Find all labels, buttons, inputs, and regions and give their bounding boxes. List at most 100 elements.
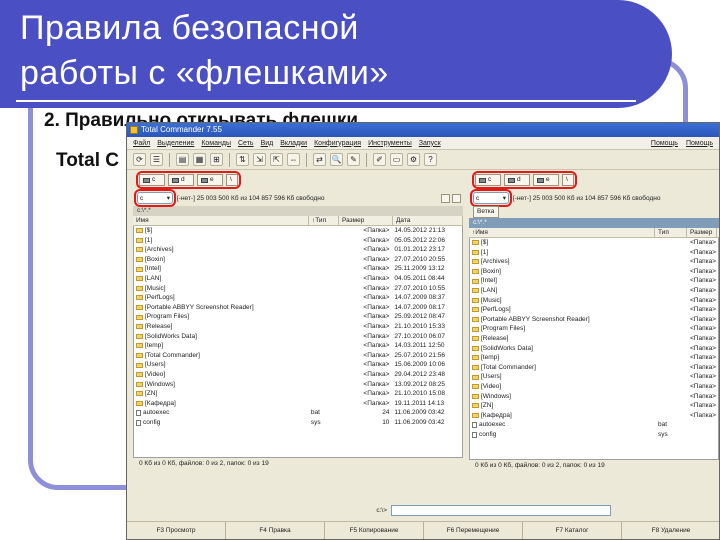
right-col-size[interactable]: Размер xyxy=(687,228,717,237)
file-row[interactable]: [Music] <Папка> 27.07.2010 10:55 xyxy=(134,284,462,294)
file-row[interactable]: [Total Commander] <Папка> 25.07.2010 21:56 xyxy=(134,351,462,361)
menu-item[interactable]: Инструменты xyxy=(368,140,412,147)
file-row[interactable]: [Release] <Папка> 21.10.2010 15:33 xyxy=(134,322,462,332)
left-path[interactable]: c:\*.* xyxy=(133,206,463,216)
drive-button-c[interactable]: c xyxy=(475,174,501,186)
toolbar-button[interactable]: ✐ xyxy=(373,153,386,166)
toolbar-button[interactable]: ⇲ xyxy=(253,153,266,166)
drive-button-e[interactable]: e xyxy=(197,174,223,186)
menu-item[interactable]: Файл xyxy=(133,140,150,147)
file-row[interactable]: [LAN] <Папка> xyxy=(470,286,718,296)
file-row[interactable]: [temp] <Папка> xyxy=(470,353,718,363)
file-row[interactable]: [Кафедра] <Папка> xyxy=(470,411,718,421)
file-row[interactable]: [Archives] <Папка> xyxy=(470,257,718,267)
file-row[interactable]: [Portable ABBYY Screenshot Reader] <Папка… xyxy=(470,315,718,325)
menu-item[interactable]: Сеть xyxy=(238,140,254,147)
menu-item[interactable]: Конфигурация xyxy=(314,140,361,147)
drive-button-d[interactable]: d xyxy=(168,174,194,186)
file-row[interactable]: [1] <Папка> xyxy=(470,248,718,258)
file-row[interactable]: [SolidWorks Data] <Папка> xyxy=(470,344,718,354)
toolbar-button[interactable]: ⚙ xyxy=(407,153,420,166)
file-name-cell: autoexec xyxy=(470,420,656,430)
file-row[interactable]: [Music] <Папка> xyxy=(470,296,718,306)
right-col-name[interactable]: ↑Имя xyxy=(469,228,655,237)
file-row[interactable]: [Total Commander] <Папка> xyxy=(470,363,718,373)
drive-button-c[interactable]: c xyxy=(139,174,165,186)
file-row[interactable]: [LAN] <Папка> 04.05.2011 08:44 xyxy=(134,274,462,284)
file-row[interactable]: [Video] <Папка> 29.04.2012 23:48 xyxy=(134,370,462,380)
file-row[interactable]: [temp] <Папка> 14.03.2011 12:50 xyxy=(134,341,462,351)
file-row[interactable]: [PerfLogs] <Папка> 14.07.2009 08:37 xyxy=(134,293,462,303)
file-row[interactable]: [Windows] <Папка> 13.09.2012 08:25 xyxy=(134,380,462,390)
menu-item[interactable]: Команды xyxy=(201,140,231,147)
menu-item[interactable]: Вкладки xyxy=(280,140,307,147)
drive-button-e[interactable]: e xyxy=(533,174,559,186)
toolbar-button[interactable]: ⟳ xyxy=(133,153,146,166)
right-path[interactable]: c:\*.* xyxy=(469,218,719,228)
toolbar-button[interactable]: ⇅ xyxy=(236,153,249,166)
left-col-ext[interactable]: ↑Тип xyxy=(309,216,339,225)
fkey-button[interactable]: F8 Удаление xyxy=(622,522,719,539)
menu-item[interactable]: Запуск xyxy=(419,140,441,147)
toolbar-button[interactable]: ▭ xyxy=(390,153,403,166)
right-drive-select[interactable]: c ▾ xyxy=(470,189,512,207)
file-row[interactable]: [Intel] <Папка> 25.11.2009 13:12 xyxy=(134,264,462,274)
file-row[interactable]: [1] <Папка> 05.05.2012 22:06 xyxy=(134,236,462,246)
file-row[interactable]: [Boxin] <Папка> xyxy=(470,267,718,277)
left-drive-select[interactable]: c ▾ xyxy=(134,189,176,207)
fkey-button[interactable]: F6 Перемещение xyxy=(424,522,523,539)
file-row[interactable]: [Windows] <Папка> xyxy=(470,392,718,402)
file-row[interactable]: [Portable ABBYY Screenshot Reader] <Папка… xyxy=(134,303,462,313)
right-col-ext[interactable]: Тип xyxy=(655,228,687,237)
file-row[interactable]: [Users] <Папка> 15.06.2009 10:06 xyxy=(134,360,462,370)
file-row[interactable]: [Boxin] <Папка> 27.07.2010 20:55 xyxy=(134,255,462,265)
fkey-button[interactable]: F4 Правка xyxy=(226,522,325,539)
toolbar-button[interactable]: ▦ xyxy=(193,153,206,166)
fkey-button[interactable]: F3 Просмотр xyxy=(127,522,226,539)
toolbar-button[interactable]: ✎ xyxy=(347,153,360,166)
file-row[interactable]: [ZN] <Папка> xyxy=(470,401,718,411)
file-row[interactable]: config sys xyxy=(470,430,718,440)
file-row[interactable]: [Intel] <Папка> xyxy=(470,276,718,286)
menu-item[interactable]: Выделение xyxy=(157,140,194,147)
file-row[interactable]: autoexec bat xyxy=(470,420,718,430)
up-button[interactable] xyxy=(452,193,461,203)
file-row[interactable]: [$] <Папка> 14.05.2012 21:13 xyxy=(134,226,462,236)
toolbar-button[interactable]: ⊞ xyxy=(210,153,223,166)
menu-item[interactable]: Вид xyxy=(261,140,274,147)
toolbar-button[interactable]: ⇱ xyxy=(270,153,283,166)
drive-button-d[interactable]: d xyxy=(504,174,530,186)
file-row[interactable]: autoexec bat 24 11.06.2009 03:42 xyxy=(134,408,462,418)
fkey-button[interactable]: F7 Каталог xyxy=(523,522,622,539)
file-row[interactable]: [Release] <Папка> xyxy=(470,334,718,344)
toolbar-button[interactable]: ▤ xyxy=(176,153,189,166)
left-col-date[interactable]: Дата xyxy=(393,216,463,225)
toolbar-button[interactable]: ⇔ xyxy=(287,153,300,166)
file-row[interactable]: [$] <Папка> xyxy=(470,238,718,248)
drive-button-root[interactable]: \ xyxy=(562,174,574,186)
tab-tree[interactable]: Ветка xyxy=(473,206,499,218)
command-line-input[interactable] xyxy=(391,504,611,516)
file-row[interactable]: [Program Files] <Папка> xyxy=(470,324,718,334)
left-col-size[interactable]: Размер xyxy=(339,216,393,225)
file-row[interactable]: [Video] <Папка> xyxy=(470,382,718,392)
file-row[interactable]: config sys 10 11.06.2009 03:42 xyxy=(134,418,462,428)
left-col-name[interactable]: Имя xyxy=(133,216,309,225)
root-button[interactable] xyxy=(441,193,450,203)
toolbar-button[interactable]: ☰ xyxy=(150,153,163,166)
file-row[interactable]: [SolidWorks Data] <Папка> 27.10.2010 06:07 xyxy=(134,332,462,342)
file-row[interactable]: [Users] <Папка> xyxy=(470,372,718,382)
file-row[interactable]: [ZN] <Папка> 21.10.2010 15:08 xyxy=(134,389,462,399)
file-row[interactable]: [PerfLogs] <Папка> xyxy=(470,305,718,315)
file-row[interactable]: [Program Files] <Папка> 25.09.2012 08:47 xyxy=(134,312,462,322)
folder-icon xyxy=(136,285,143,291)
menu-item-help[interactable]: Помощь xyxy=(686,140,713,147)
file-row[interactable]: [Кафедра] <Папка> 19.11.2011 14:13 xyxy=(134,399,462,409)
toolbar-button[interactable]: ? xyxy=(424,153,437,166)
toolbar-button[interactable]: ⇄ xyxy=(313,153,326,166)
toolbar-button[interactable]: 🔍 xyxy=(330,153,343,166)
drive-button-root[interactable]: \ xyxy=(226,174,238,186)
fkey-button[interactable]: F5 Копирование xyxy=(325,522,424,539)
file-row[interactable]: [Archives] <Папка> 01.01.2012 23:17 xyxy=(134,245,462,255)
menu-item-help[interactable]: Помощь xyxy=(651,140,678,147)
